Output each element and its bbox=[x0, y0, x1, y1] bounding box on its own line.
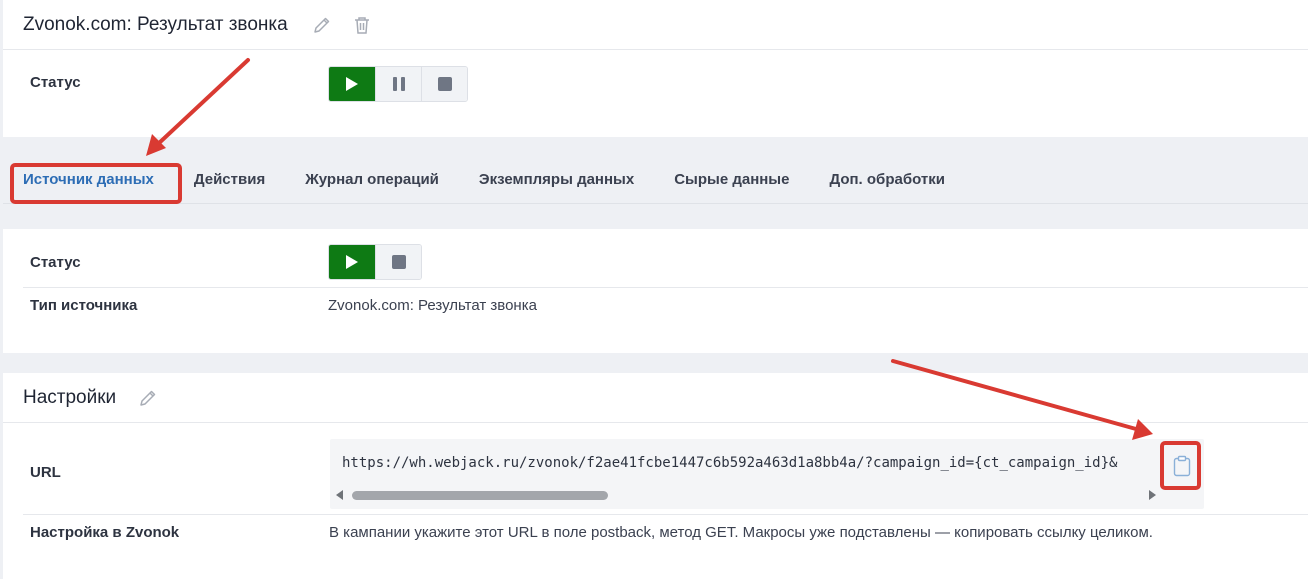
pause-icon bbox=[392, 77, 397, 91]
zvonok-setup-label: Настройка в Zvonok bbox=[30, 524, 180, 541]
settings-card: Настройки URL https://wh.webjack.ru/zvon… bbox=[3, 373, 1308, 579]
play-button[interactable] bbox=[329, 67, 375, 101]
tab-operations-log[interactable]: Журнал операций bbox=[285, 156, 459, 204]
stop-icon bbox=[437, 77, 452, 91]
card-header: Zvonok.com: Результат звонка bbox=[3, 0, 1308, 50]
zvonok-setup-value: В кампании укажите этот URL в поле postb… bbox=[329, 524, 1153, 541]
tab-data-instances[interactable]: Экземпляры данных bbox=[459, 156, 654, 204]
source-stop-button[interactable] bbox=[375, 245, 421, 279]
source-status-label: Статус bbox=[30, 254, 81, 271]
header-card: Zvonok.com: Результат звонка Статус bbox=[3, 0, 1308, 137]
trash-icon[interactable] bbox=[352, 15, 372, 35]
status-label: Статус bbox=[30, 74, 81, 91]
scroll-right-icon[interactable] bbox=[1149, 490, 1156, 500]
annotation-frame-copy bbox=[1160, 441, 1201, 490]
source-type-value: Zvonok.com: Результат звонка bbox=[328, 297, 537, 314]
pencil-icon[interactable] bbox=[312, 15, 332, 35]
scroll-thumb[interactable] bbox=[352, 491, 608, 500]
source-type-label: Тип источника bbox=[30, 297, 138, 314]
settings-title: Настройки bbox=[23, 386, 117, 408]
source-play-button[interactable] bbox=[329, 245, 375, 279]
source-status-controls bbox=[328, 244, 422, 280]
tab-actions[interactable]: Действия bbox=[174, 156, 285, 204]
stop-icon bbox=[391, 255, 406, 269]
horizontal-scrollbar[interactable] bbox=[336, 488, 1156, 502]
tab-raw-data[interactable]: Сырые данные bbox=[654, 156, 809, 204]
play-icon bbox=[346, 77, 358, 91]
pause-button[interactable] bbox=[375, 67, 421, 101]
annotation-frame-tab bbox=[10, 163, 182, 204]
status-controls bbox=[328, 66, 468, 102]
tab-bar: Источник данных Действия Журнал операций… bbox=[3, 156, 1308, 204]
source-card: Статус Тип источника Zvonok.com: Результ… bbox=[3, 229, 1308, 353]
url-value[interactable]: https://wh.webjack.ru/zvonok/f2ae41fcbe1… bbox=[342, 455, 1160, 471]
row-divider bbox=[23, 514, 1308, 515]
row-divider bbox=[23, 287, 1308, 288]
tab-extra-processing[interactable]: Доп. обработки bbox=[809, 156, 965, 204]
scroll-left-icon[interactable] bbox=[336, 490, 343, 500]
page-title: Zvonok.com: Результат звонка bbox=[23, 13, 288, 35]
stop-button[interactable] bbox=[421, 67, 467, 101]
pencil-icon[interactable] bbox=[138, 388, 158, 408]
play-icon bbox=[346, 255, 358, 269]
url-field[interactable]: https://wh.webjack.ru/zvonok/f2ae41fcbe1… bbox=[330, 439, 1204, 509]
settings-header: Настройки bbox=[3, 373, 1308, 423]
url-label: URL bbox=[30, 464, 61, 481]
